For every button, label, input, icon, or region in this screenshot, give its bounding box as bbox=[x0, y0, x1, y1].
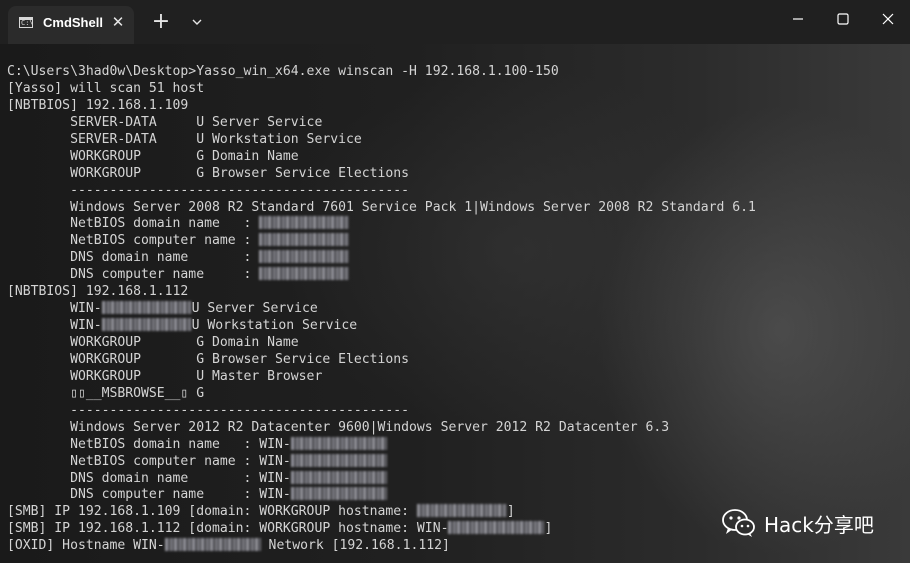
terminal-window: C:\ CmdShell ✕ + C:\Users\3had0w\Desktop… bbox=[0, 0, 910, 563]
redacted-text bbox=[290, 436, 387, 450]
redacted-text bbox=[101, 318, 192, 332]
terminal-text: WORKGROUP U Master Browser bbox=[7, 368, 323, 384]
redacted-text bbox=[290, 487, 387, 501]
title-bar: C:\ CmdShell ✕ + bbox=[0, 0, 910, 44]
terminal-text: Windows Server 2012 R2 Datacenter 9600|W… bbox=[7, 419, 670, 435]
terminal-text: [NBTBIOS] 192.168.1.112 bbox=[7, 284, 189, 300]
terminal-text: SERVER-DATA U Workstation Service bbox=[7, 131, 362, 147]
terminal-line: NetBIOS computer name : bbox=[7, 233, 907, 250]
terminal-text: [SMB] IP 192.168.1.112 [domain: WORKGROU… bbox=[7, 521, 449, 537]
terminal-text: [NBTBIOS] 192.168.1.109 bbox=[7, 97, 189, 113]
terminal-line: DNS domain name : bbox=[7, 250, 907, 267]
terminal-line: Windows Server 2012 R2 Datacenter 9600|W… bbox=[7, 420, 907, 437]
terminal-line: DNS computer name : WIN- bbox=[7, 487, 907, 504]
terminal-text: WIN- bbox=[7, 318, 102, 334]
terminal-line: [OXID] Hostname WIN- Network [192.168.1.… bbox=[7, 538, 907, 555]
terminal-line: SERVER-DATA U Server Service bbox=[7, 115, 907, 132]
terminal-line: C:\Users\3had0w\Desktop>Yasso_win_x64.ex… bbox=[7, 64, 907, 81]
terminal-line: WORKGROUP G Browser Service Elections bbox=[7, 352, 907, 369]
terminal-text: [Yasso] will scan 51 host bbox=[7, 80, 205, 96]
cmd-icon: C:\ bbox=[19, 17, 34, 28]
terminal-output[interactable]: C:\Users\3had0w\Desktop>Yasso_win_x64.ex… bbox=[7, 64, 907, 555]
watermark-text: Hack分享吧 bbox=[764, 513, 874, 537]
new-tab-button[interactable]: + bbox=[150, 11, 172, 33]
terminal-line: WORKGROUP G Domain Name bbox=[7, 149, 907, 166]
terminal-line: WIN- U Server Service bbox=[7, 301, 907, 318]
terminal-line: SERVER-DATA U Workstation Service bbox=[7, 132, 907, 149]
terminal-text: DNS domain name : bbox=[7, 250, 260, 266]
terminal-text: NetBIOS domain name : WIN- bbox=[7, 436, 291, 452]
tab-title: CmdShell bbox=[43, 15, 103, 30]
terminal-text: U Workstation Service bbox=[191, 318, 358, 334]
close-tab-icon[interactable]: ✕ bbox=[109, 13, 127, 31]
terminal-text: NetBIOS computer name : bbox=[7, 233, 260, 249]
terminal-line: Windows Server 2008 R2 Standard 7601 Ser… bbox=[7, 200, 907, 217]
redacted-text bbox=[416, 504, 507, 518]
terminal-text: C:\Users\3had0w\Desktop>Yasso_win_x64.ex… bbox=[7, 64, 559, 79]
terminal-text: WORKGROUP G Domain Name bbox=[7, 335, 299, 350]
terminal-line: NetBIOS domain name : WIN- bbox=[7, 436, 907, 454]
terminal-text: [SMB] IP 192.168.1.109 [domain: WORKGROU… bbox=[7, 504, 417, 520]
wechat-icon bbox=[722, 509, 755, 537]
terminal-text: DNS computer name : bbox=[7, 267, 260, 283]
minimize-icon[interactable] bbox=[784, 8, 812, 30]
terminal-text: WORKGROUP G Domain Name bbox=[7, 148, 299, 164]
redacted-text bbox=[259, 233, 350, 247]
terminal-text: NetBIOS domain name : bbox=[7, 216, 260, 232]
terminal-line: ----------------------------------------… bbox=[7, 183, 907, 200]
terminal-line: [NBTBIOS] 192.168.1.109 bbox=[7, 98, 907, 115]
terminal-text: Windows Server 2008 R2 Standard 7601 Ser… bbox=[7, 199, 756, 215]
terminal-line: [Yasso] will scan 51 host bbox=[7, 81, 907, 98]
terminal-text: NetBIOS computer name : WIN- bbox=[7, 453, 291, 469]
terminal-text: ▯▯__MSBROWSE__▯ G bbox=[7, 385, 205, 401]
maximize-icon[interactable] bbox=[829, 8, 857, 30]
terminal-line: ▯▯__MSBROWSE__▯ G bbox=[7, 386, 907, 403]
chevron-down-icon[interactable] bbox=[188, 14, 206, 30]
redacted-text bbox=[448, 521, 545, 535]
terminal-line: ----------------------------------------… bbox=[7, 403, 907, 420]
terminal-text: ----------------------------------------… bbox=[7, 402, 410, 418]
terminal-line: NetBIOS domain name : bbox=[7, 216, 907, 233]
terminal-line: WORKGROUP G Domain Name bbox=[7, 335, 907, 352]
terminal-text: WORKGROUP G Browser Service Elections bbox=[7, 351, 410, 367]
terminal-text: ----------------------------------------… bbox=[7, 182, 410, 198]
close-icon[interactable] bbox=[874, 8, 902, 30]
terminal-text: U Server Service bbox=[191, 301, 318, 317]
redacted-text bbox=[259, 216, 350, 230]
terminal-text: SERVER-DATA U Server Service bbox=[7, 114, 323, 130]
terminal-line: WIN- U Workstation Service bbox=[7, 318, 907, 335]
terminal-text: WIN- bbox=[7, 301, 102, 317]
redacted-text bbox=[259, 250, 350, 264]
terminal-text: ] bbox=[506, 504, 515, 520]
redacted-text bbox=[290, 453, 387, 467]
terminal-line: WORKGROUP G Browser Service Elections bbox=[7, 166, 907, 183]
terminal-line: [NBTBIOS] 192.168.1.112 bbox=[7, 284, 907, 301]
terminal-line: DNS computer name : bbox=[7, 267, 907, 284]
terminal-text: [OXID] Hostname WIN- bbox=[7, 538, 165, 554]
terminal-line: WORKGROUP U Master Browser bbox=[7, 369, 907, 386]
redacted-text bbox=[259, 267, 350, 281]
tab-cmdshell[interactable]: C:\ CmdShell ✕ bbox=[8, 6, 134, 44]
terminal-line: DNS domain name : WIN- bbox=[7, 470, 907, 488]
terminal-text: WORKGROUP G Browser Service Elections bbox=[7, 165, 410, 181]
terminal-text: ] bbox=[544, 521, 553, 537]
terminal-text: DNS computer name : WIN- bbox=[7, 487, 291, 503]
redacted-text bbox=[290, 470, 387, 484]
terminal-text: Network [192.168.1.112] bbox=[260, 538, 450, 554]
redacted-text bbox=[164, 538, 261, 552]
terminal-text: DNS domain name : WIN- bbox=[7, 470, 291, 486]
terminal-line: NetBIOS computer name : WIN- bbox=[7, 453, 907, 471]
redacted-text bbox=[101, 301, 192, 315]
